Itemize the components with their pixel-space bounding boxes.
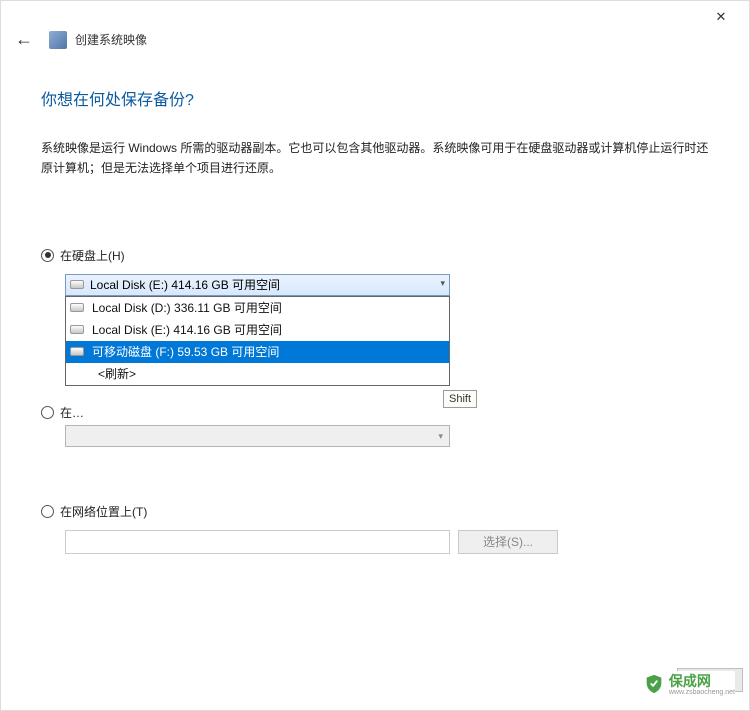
hard-disk-selected: Local Disk (E:) 414.16 GB 可用空间 <box>90 276 280 293</box>
disk-icon <box>70 303 84 312</box>
page-heading: 你想在何处保存备份? <box>41 86 709 110</box>
disk-icon <box>70 325 84 334</box>
combo-item-f[interactable]: 可移动磁盘 (F:) 59.53 GB 可用空间 <box>66 341 449 363</box>
chevron-down-icon: ▾ <box>438 431 443 442</box>
close-icon: ✕ <box>716 9 727 25</box>
combo-item-d[interactable]: Local Disk (D:) 336.11 GB 可用空间 <box>66 297 449 319</box>
watermark: 保成网 www.zsbaocheng.net <box>643 671 735 696</box>
window-title: 创建系统映像 <box>75 31 147 48</box>
chevron-down-icon: ▾ <box>440 278 445 289</box>
watermark-name: 保成网 <box>669 673 711 689</box>
watermark-url: www.zsbaocheng.net <box>669 689 735 696</box>
back-arrow-icon[interactable]: ← <box>15 29 49 50</box>
app-icon <box>49 31 67 49</box>
window-header: ← 创建系统映像 <box>1 1 749 66</box>
disk-icon <box>70 280 84 289</box>
radio-dvd[interactable] <box>41 406 54 419</box>
hard-disk-combo[interactable]: Local Disk (E:) 414.16 GB 可用空间 ▾ <box>65 274 450 296</box>
option-hard-disk-label: 在硬盘上(H) <box>60 247 125 264</box>
dvd-combo[interactable]: ▾ <box>65 425 450 447</box>
combo-item-e[interactable]: Local Disk (E:) 414.16 GB 可用空间 <box>66 319 449 341</box>
hard-disk-combo-list: Local Disk (D:) 336.11 GB 可用空间 Local Dis… <box>65 296 450 386</box>
select-network-button[interactable]: 选择(S)... <box>458 530 558 554</box>
network-path-input[interactable] <box>65 530 450 554</box>
page-description: 系统映像是运行 Windows 所需的驱动器副本。它也可以包含其他驱动器。系统映… <box>41 138 709 179</box>
shield-icon <box>643 673 665 695</box>
tooltip-shift: Shift <box>443 390 477 408</box>
radio-hard-disk[interactable] <box>41 249 54 262</box>
option-network-label: 在网络位置上(T) <box>60 503 147 520</box>
close-button[interactable]: ✕ <box>701 5 741 29</box>
radio-network[interactable] <box>41 505 54 518</box>
disk-icon <box>70 347 84 356</box>
combo-item-refresh[interactable]: <刷新> <box>66 363 449 385</box>
option-dvd-label: 在… <box>60 404 84 421</box>
option-network[interactable]: 在网络位置上(T) <box>41 503 709 520</box>
option-hard-disk[interactable]: 在硬盘上(H) <box>41 247 709 264</box>
option-dvd[interactable]: 在… <box>41 404 84 421</box>
